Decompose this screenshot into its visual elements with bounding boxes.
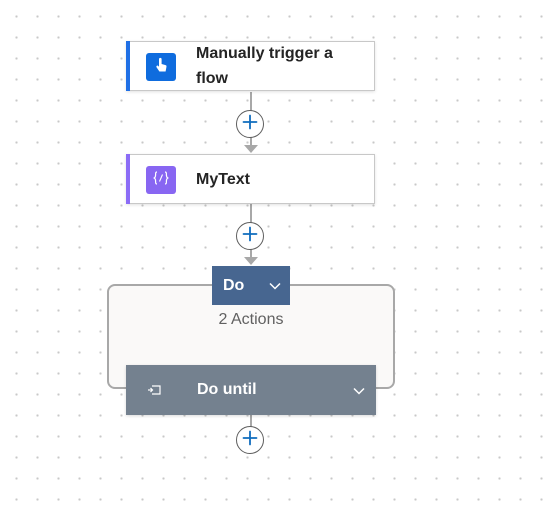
chevron-down-icon[interactable] (268, 279, 282, 297)
trigger-icon-tile (146, 53, 176, 81)
variable-braces-icon (152, 170, 170, 191)
plus-icon (242, 114, 258, 135)
mytext-card[interactable]: MyText (126, 154, 375, 204)
mytext-title: MyText (196, 170, 250, 188)
add-step-button[interactable] (236, 110, 264, 138)
chevron-down-icon[interactable] (352, 384, 366, 402)
plus-icon (242, 226, 258, 247)
scope-action-count: 2 Actions (218, 311, 284, 328)
trigger-title: Manually trigger a flow (196, 45, 333, 87)
do-scope-label: Do (223, 276, 245, 294)
card-accent (126, 154, 130, 204)
add-step-button[interactable] (236, 426, 264, 454)
variable-icon-tile (146, 166, 176, 194)
add-step-button[interactable] (236, 222, 264, 250)
trigger-card[interactable]: Manually trigger a flow (126, 41, 375, 91)
hand-tap-icon (152, 56, 170, 79)
do-until-label: Do until (197, 381, 257, 398)
plus-icon (242, 430, 258, 451)
do-scope-header[interactable]: Do (212, 266, 290, 305)
card-accent (126, 41, 130, 91)
loop-icon (147, 383, 163, 402)
do-until-card[interactable]: Do until (126, 365, 376, 415)
connector-arrow-icon (244, 257, 258, 265)
connector-arrow-icon (244, 145, 258, 153)
